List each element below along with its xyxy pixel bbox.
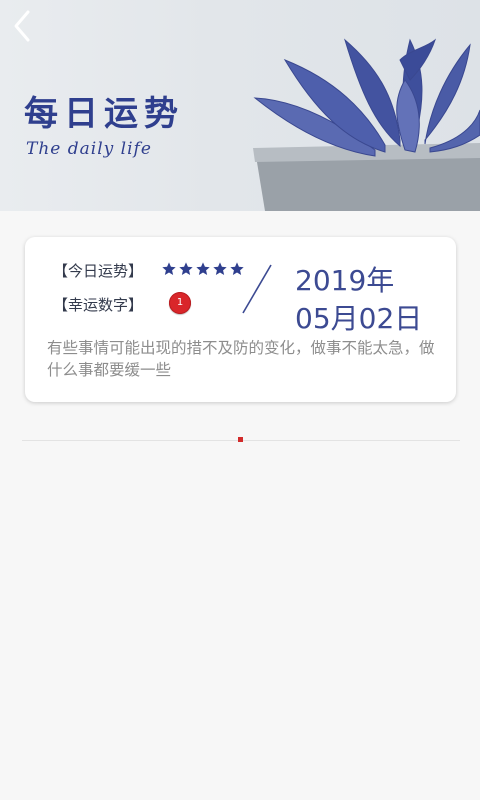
header-banner: 每日运势 The daily life — [0, 0, 480, 211]
star-icon — [196, 262, 210, 275]
lucky-number-label: 【幸运数字】 — [53, 296, 144, 314]
fortune-label: 【今日运势】 — [53, 262, 144, 280]
star-icon — [162, 262, 176, 275]
fortune-stars — [161, 261, 245, 277]
lucky-number-badge: 1 — [169, 292, 191, 314]
date-day: 05月02日 — [295, 302, 423, 335]
chevron-left-icon — [14, 10, 30, 42]
back-button[interactable] — [6, 6, 40, 46]
page-title: 每日运势 — [24, 94, 184, 134]
fortune-description: 有些事情可能出现的措不及防的变化，做事不能太急，做什么事都要缓一些 — [47, 339, 435, 379]
separator-dot — [238, 437, 243, 442]
page-subtitle: The daily life — [26, 139, 152, 159]
slash-divider — [242, 264, 272, 314]
fortune-card: 【今日运势】 【幸运数字】 1 2019年 05月02日 有些事情可能出现的措不… — [25, 237, 456, 402]
star-icon — [179, 262, 193, 275]
succulent-plant-illustration — [253, 38, 480, 211]
star-icon — [213, 262, 227, 275]
date-year: 2019年 — [295, 264, 395, 297]
